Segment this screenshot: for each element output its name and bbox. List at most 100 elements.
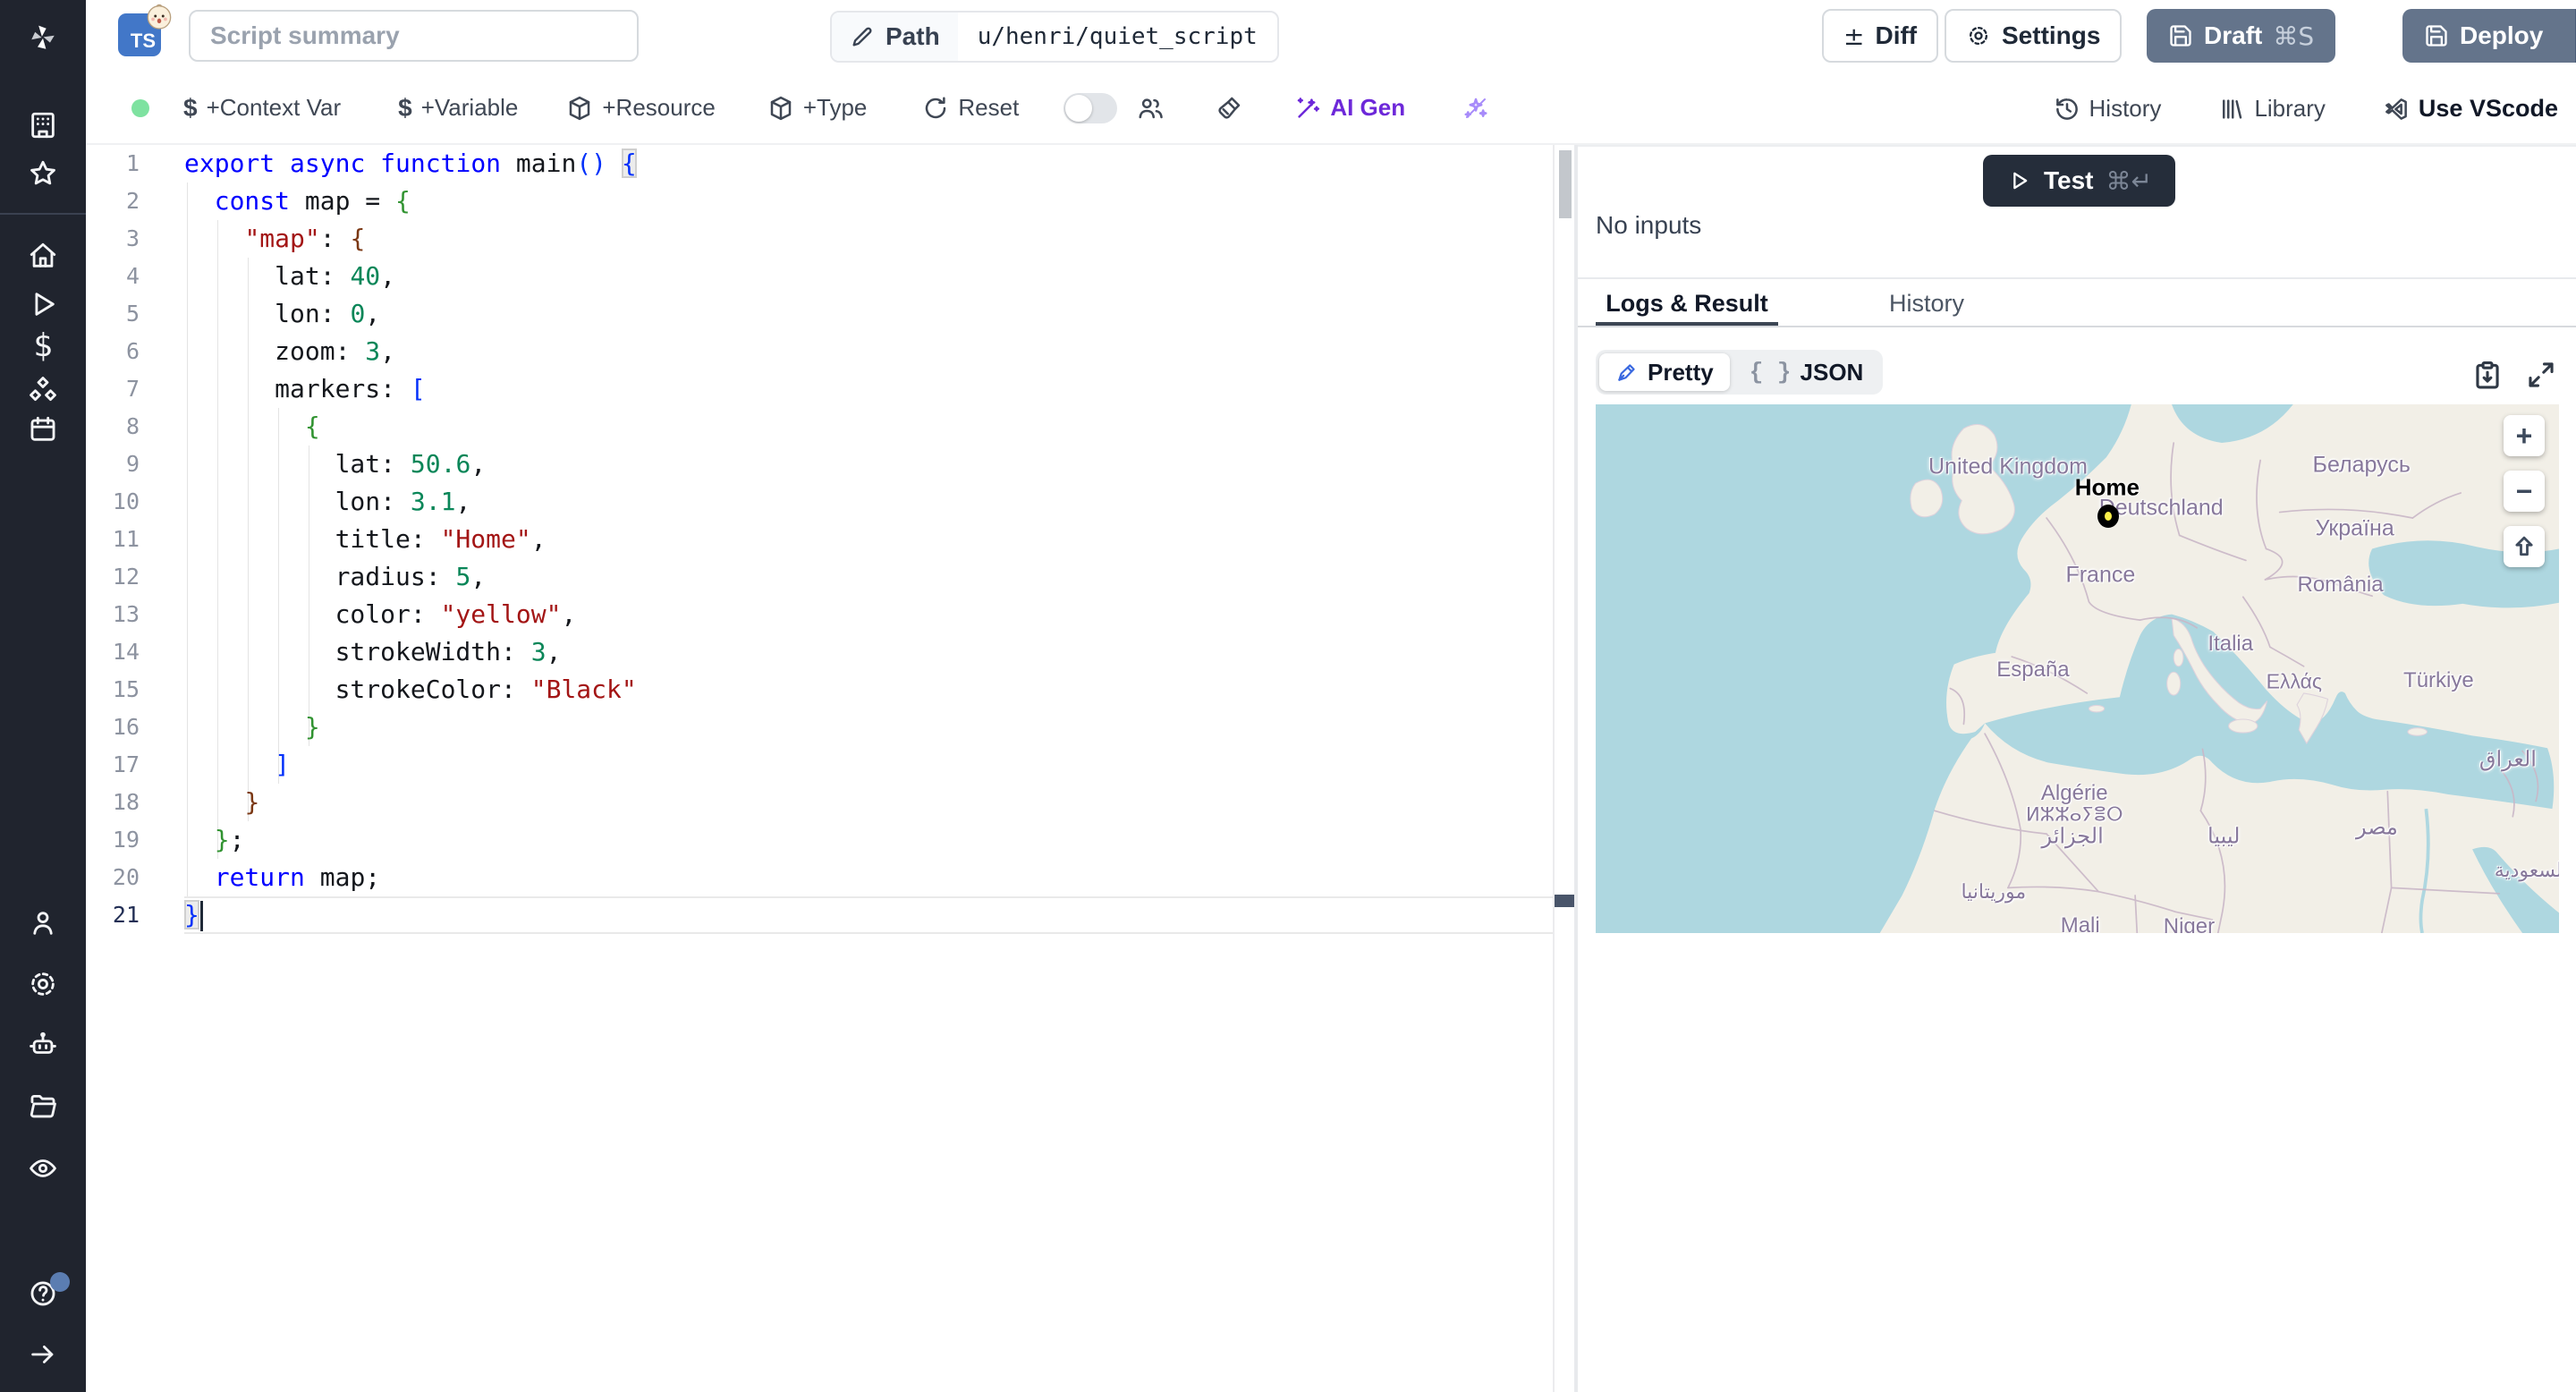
reset-button[interactable]: Reset bbox=[922, 94, 1019, 122]
history-button[interactable]: History bbox=[2054, 95, 2161, 123]
code-line[interactable]: const map = { bbox=[184, 182, 1553, 220]
expand-result-icon[interactable] bbox=[2526, 360, 2560, 394]
schedules-calendar-icon[interactable] bbox=[0, 404, 86, 454]
map-place-label: Algérie bbox=[2040, 780, 2108, 805]
code-line[interactable]: ] bbox=[184, 746, 1553, 784]
scrollbar-handle[interactable] bbox=[1559, 150, 1572, 218]
deploy-split-button: Deploy bbox=[2402, 9, 2576, 63]
copy-result-icon[interactable] bbox=[2472, 360, 2506, 394]
dollar-icon: $ bbox=[398, 93, 412, 122]
map-marker[interactable] bbox=[2097, 504, 2119, 528]
package-icon bbox=[570, 96, 590, 120]
sparkles-icon[interactable] bbox=[1462, 95, 1489, 122]
library-button[interactable]: Library bbox=[2218, 95, 2326, 123]
map-place-label: موريتانيا bbox=[1961, 879, 2027, 903]
json-view-button[interactable]: { } JSON bbox=[1733, 353, 1880, 391]
line-number: 6 bbox=[125, 338, 140, 364]
map-zoom-in-button[interactable]: + bbox=[2504, 415, 2545, 456]
add-resource-button[interactable]: +Resource bbox=[566, 94, 716, 122]
pretty-view-button[interactable]: Pretty bbox=[1599, 353, 1730, 391]
code-line[interactable]: markers: [ bbox=[184, 370, 1553, 408]
result-view-switcher: Pretty { } JSON bbox=[1596, 350, 1884, 395]
path-button[interactable]: Path u/henri/quiet_script bbox=[830, 11, 1279, 63]
audit-eye-icon[interactable] bbox=[0, 1143, 86, 1193]
pencil-icon bbox=[852, 27, 872, 47]
code-line[interactable]: } bbox=[184, 896, 1553, 934]
plus-minus-icon: ± bbox=[1843, 21, 1865, 51]
map-place-label: Mali bbox=[2060, 912, 2100, 933]
use-vscode-button[interactable]: Use VScode bbox=[2383, 95, 2558, 123]
code-line[interactable]: radius: 5, bbox=[184, 558, 1553, 596]
home-icon[interactable] bbox=[0, 231, 86, 281]
deploy-button[interactable]: Deploy bbox=[2402, 9, 2564, 63]
braces-icon: { } bbox=[1749, 359, 1792, 386]
test-button[interactable]: Test ⌘↵ bbox=[1983, 155, 2175, 207]
draft-button[interactable]: Draft ⌘S bbox=[2147, 9, 2336, 63]
add-context-var-button[interactable]: $ +Context Var bbox=[183, 94, 341, 123]
expand-sidebar-arrow-icon[interactable] bbox=[0, 1329, 86, 1379]
line-number: 7 bbox=[125, 376, 140, 402]
multiplayer-toggle[interactable] bbox=[1063, 92, 1118, 123]
line-number: 10 bbox=[112, 488, 140, 514]
line-number: 3 bbox=[125, 225, 140, 251]
map-place-label: السعودية bbox=[2494, 859, 2559, 882]
workers-robot-icon[interactable] bbox=[0, 1020, 86, 1070]
sidebar-divider bbox=[0, 213, 86, 215]
code-line[interactable]: { bbox=[184, 408, 1553, 446]
user-icon[interactable] bbox=[0, 898, 86, 948]
editor-gutter: 1 2 3 4 5 6 7 8 9 10 11 12 13 14 15 16 17 18 19 20 21 bbox=[86, 145, 184, 934]
code-line[interactable]: color: "yellow", bbox=[184, 596, 1553, 633]
line-number: 9 bbox=[125, 451, 140, 477]
map-place-label: España bbox=[1996, 658, 2070, 683]
code-line[interactable]: export async function main() { bbox=[184, 145, 1553, 182]
code-line[interactable]: } bbox=[184, 709, 1553, 746]
editor-toolbar: $ +Context Var $ +Variable +Resource +Ty… bbox=[86, 72, 2576, 145]
code-line[interactable]: "map": { bbox=[184, 220, 1553, 258]
overview-ruler-cursor-mark bbox=[1555, 895, 1576, 907]
code-line[interactable]: lon: 3.1, bbox=[184, 483, 1553, 521]
tab-history[interactable]: History bbox=[1873, 279, 1980, 327]
settings-gear-icon[interactable] bbox=[0, 959, 86, 1009]
no-inputs-text: No inputs bbox=[1596, 211, 1702, 239]
line-number: 20 bbox=[112, 864, 140, 890]
collaborators-users-icon[interactable] bbox=[1137, 95, 1164, 122]
line-number: 4 bbox=[125, 263, 140, 289]
map-place-label: Italia bbox=[2207, 631, 2254, 656]
code-line[interactable]: lat: 40, bbox=[184, 258, 1553, 295]
map-zoom-out-button[interactable]: − bbox=[2504, 471, 2545, 512]
script-emoji bbox=[147, 4, 172, 30]
code-editor[interactable]: 1 2 3 4 5 6 7 8 9 10 11 12 13 14 15 16 17 18 19 20 21 export… bbox=[86, 145, 1553, 1392]
map-fit-bounds-button[interactable] bbox=[2504, 526, 2545, 567]
code-line[interactable]: lat: 50.6, bbox=[184, 446, 1553, 483]
settings-button[interactable]: Settings bbox=[1945, 9, 2123, 63]
add-variable-button[interactable]: $ +Variable bbox=[398, 94, 518, 123]
code-line[interactable]: strokeColor: "Black" bbox=[184, 671, 1553, 709]
code-lines[interactable]: export async function main() { const map… bbox=[184, 145, 1553, 934]
code-line[interactable]: lon: 0, bbox=[184, 295, 1553, 333]
favorites-star-icon[interactable] bbox=[0, 149, 86, 199]
map-place-label: ليبيا bbox=[2207, 824, 2241, 849]
script-summary-input[interactable] bbox=[189, 10, 639, 62]
add-type-button[interactable]: +Type bbox=[767, 94, 867, 122]
workspace-building-icon[interactable] bbox=[0, 100, 86, 150]
tab-logs-result[interactable]: Logs & Result bbox=[1596, 279, 1778, 327]
text-cursor bbox=[199, 901, 203, 931]
rotate-icon bbox=[926, 97, 946, 118]
code-line[interactable]: zoom: 3, bbox=[184, 333, 1553, 370]
variables-dollar-icon[interactable]: $ bbox=[0, 320, 86, 370]
folders-icon[interactable] bbox=[0, 1081, 86, 1131]
save-icon bbox=[2170, 25, 2191, 47]
editor-scrollbar[interactable] bbox=[1553, 145, 1576, 1392]
result-map[interactable]: United Kingdom Беларусь Deutschland Україна… bbox=[1596, 404, 2559, 933]
diff-button[interactable]: ± Diff bbox=[1822, 9, 1939, 63]
code-line[interactable]: return map; bbox=[184, 859, 1553, 896]
line-number: 16 bbox=[112, 714, 140, 740]
format-brush-icon[interactable] bbox=[1216, 95, 1242, 122]
ai-gen-button[interactable]: AI Gen bbox=[1294, 94, 1405, 122]
code-line[interactable]: } bbox=[184, 784, 1553, 821]
code-line[interactable]: title: "Home", bbox=[184, 521, 1553, 558]
code-line[interactable]: strokeWidth: 3, bbox=[184, 633, 1553, 671]
code-line[interactable]: }; bbox=[184, 821, 1553, 859]
windmill-logo[interactable] bbox=[0, 13, 86, 63]
help-icon[interactable] bbox=[0, 1269, 86, 1319]
